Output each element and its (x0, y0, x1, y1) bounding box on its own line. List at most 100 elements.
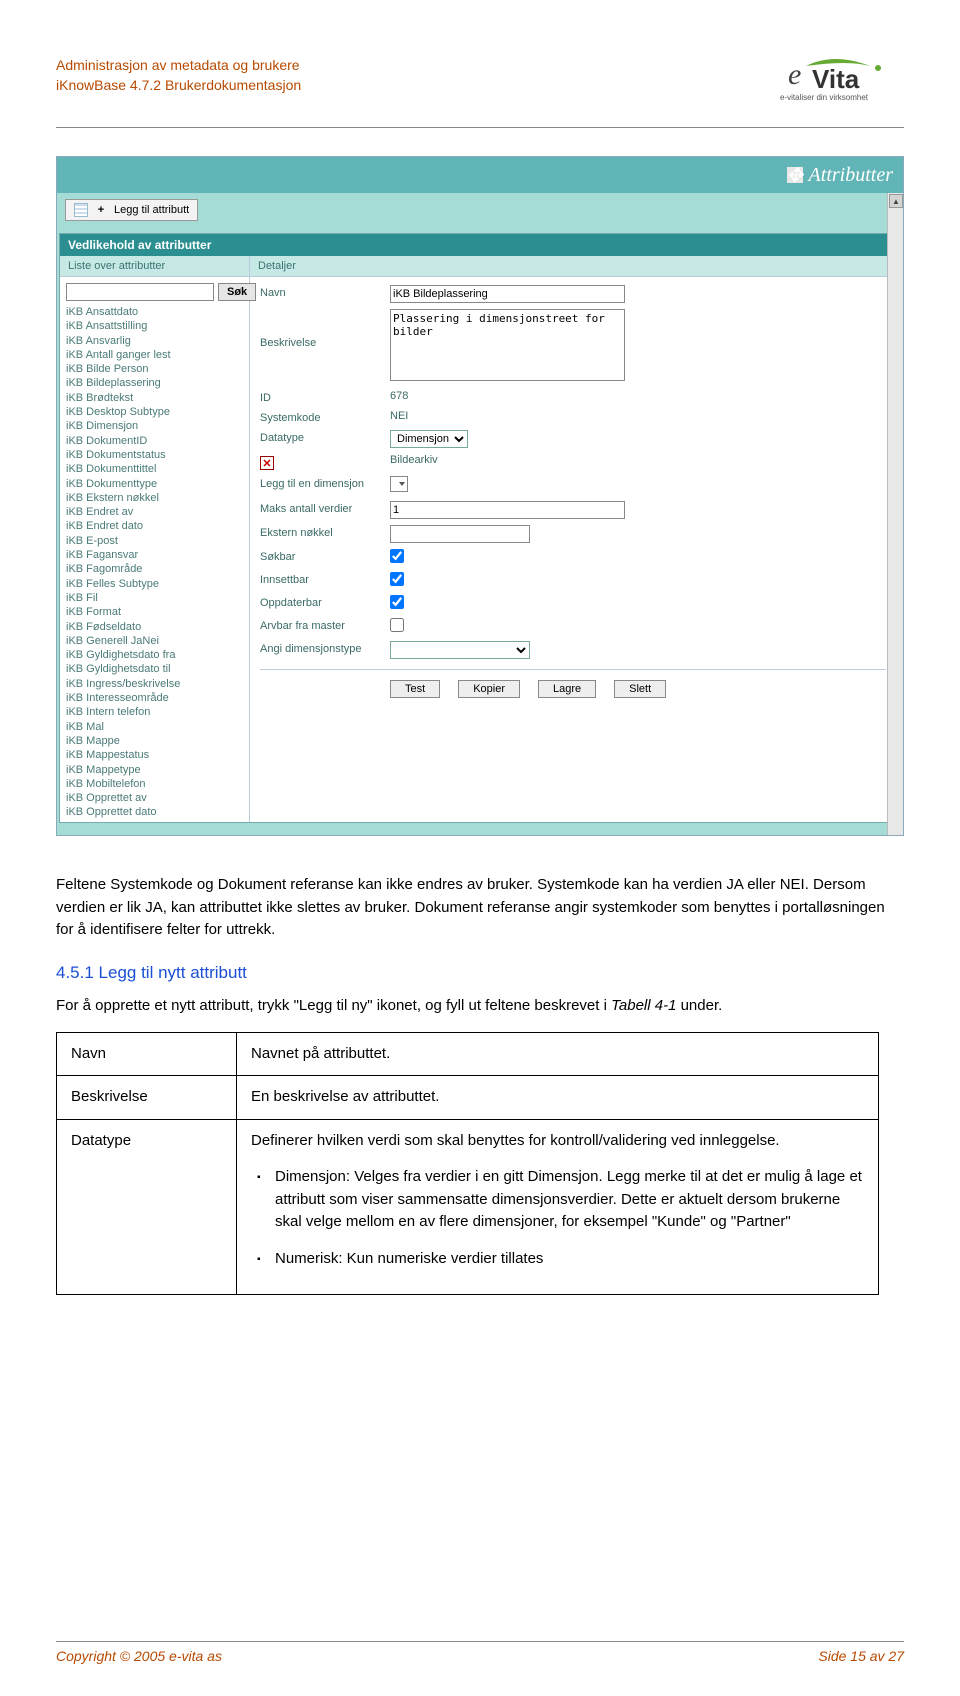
list-item[interactable]: iKB Mappetype (66, 763, 243, 777)
svg-text:e: e (788, 58, 801, 91)
list-item[interactable]: iKB Fil (66, 591, 243, 605)
app-screenshot: ✥ Attributter + Legg til attributt Vedli… (56, 156, 904, 836)
list-item[interactable]: iKB Format (66, 605, 243, 619)
list-item[interactable]: iKB Intern telefon (66, 705, 243, 719)
arvbar-checkbox[interactable] (390, 618, 404, 632)
list-item[interactable]: iKB DokumentID (66, 434, 243, 448)
lagre-button[interactable]: Lagre (538, 680, 596, 698)
svg-text:Vita: Vita (812, 64, 860, 94)
label-sokbar: Søkbar (260, 549, 390, 563)
label-ekstern-nokkel: Ekstern nøkkel (260, 525, 390, 539)
doc-title-line2: iKnowBase 4.7.2 Brukerdokumentasjon (56, 76, 301, 96)
list-item[interactable]: iKB Mal (66, 720, 243, 734)
label-datatype: Datatype (260, 430, 390, 444)
attribute-list: iKB AnsattdatoiKB AnsattstillingiKB Ansv… (60, 305, 249, 822)
evita-logo-icon: e Vita e-vitaliser din virksomhet (774, 56, 904, 106)
list-item: Numerisk: Kun numeriske verdier tillates (275, 1248, 864, 1271)
list-item[interactable]: iKB E-post (66, 534, 243, 548)
list-item[interactable]: iKB Felles Subtype (66, 577, 243, 591)
list-item[interactable]: iKB Gyldighetsdato til (66, 662, 243, 676)
ekstern-nokkel-input[interactable] (390, 525, 530, 543)
attribute-table: Navn Navnet på attributtet. Beskrivelse … (56, 1032, 879, 1296)
cell-beskrivelse: Beskrivelse (57, 1076, 237, 1120)
header-divider (56, 127, 904, 128)
list-item[interactable]: iKB Brødtekst (66, 391, 243, 405)
maks-antall-input[interactable] (390, 501, 625, 519)
test-button[interactable]: Test (390, 680, 440, 698)
add-attribute-button[interactable]: + Legg til attributt (65, 199, 198, 221)
table-row: Beskrivelse En beskrivelse av attributte… (57, 1076, 879, 1120)
navn-input[interactable] (390, 285, 625, 303)
cell-datatype-desc: Definerer hvilken verdi som skal benytte… (237, 1119, 879, 1295)
label-systemkode: Systemkode (260, 410, 390, 424)
search-input[interactable] (66, 283, 214, 301)
list-item[interactable]: iKB Bilde Person (66, 362, 243, 376)
label-innsettbar: Innsettbar (260, 572, 390, 586)
list-item[interactable]: iKB Ansattstilling (66, 319, 243, 333)
list-item[interactable]: iKB Mobiltelefon (66, 777, 243, 791)
label-id: ID (260, 390, 390, 404)
label-beskrivelse: Beskrivelse (260, 309, 390, 349)
scrollbar-vertical[interactable]: ▲ (887, 193, 903, 835)
label-navn: Navn (260, 285, 390, 299)
table-row: Datatype Definerer hvilken verdi som ska… (57, 1119, 879, 1295)
list-item: Dimensjon: Velges fra verdier i en gitt … (275, 1166, 864, 1234)
list-item[interactable]: iKB Endret dato (66, 519, 243, 533)
beskrivelse-textarea[interactable]: Plassering i dimensjonstreet for bilder (390, 309, 625, 381)
kopier-button[interactable]: Kopier (458, 680, 520, 698)
details-divider (260, 669, 886, 670)
delete-icon[interactable]: ✕ (260, 456, 274, 470)
list-item[interactable]: iKB Gyldighetsdato fra (66, 648, 243, 662)
list-item[interactable]: iKB Ansvarlig (66, 334, 243, 348)
label-legg-til-dim: Legg til en dimensjon (260, 476, 390, 490)
sokbar-checkbox[interactable] (390, 549, 404, 563)
app-icon: ✥ (787, 167, 803, 183)
list-item[interactable]: iKB Opprettet dato (66, 805, 243, 819)
list-item[interactable]: iKB Organisasjon (66, 820, 243, 822)
list-item[interactable]: iKB Dokumenttittel (66, 462, 243, 476)
table-row: Navn Navnet på attributtet. (57, 1032, 879, 1076)
datatype-select[interactable]: Dimensjon (390, 430, 468, 448)
add-dimension-select[interactable] (390, 476, 408, 492)
scroll-up-arrow-icon[interactable]: ▲ (889, 194, 903, 208)
label-angi-dim: Angi dimensjonstype (260, 641, 390, 655)
list-item[interactable]: iKB Endret av (66, 505, 243, 519)
list-item[interactable]: iKB Mappestatus (66, 748, 243, 762)
list-item[interactable]: iKB Interesseområde (66, 691, 243, 705)
slett-button[interactable]: Slett (614, 680, 666, 698)
svg-text:e-vitaliser din virksomhet: e-vitaliser din virksomhet (780, 93, 869, 102)
list-item[interactable]: iKB Fødseldato (66, 620, 243, 634)
list-item[interactable]: iKB Dokumenttype (66, 477, 243, 491)
list-item[interactable]: iKB Dimensjon (66, 419, 243, 433)
list-item[interactable]: iKB Fagansvar (66, 548, 243, 562)
footer-divider (56, 1641, 904, 1642)
grid-icon (74, 203, 88, 217)
cell-datatype: Datatype (57, 1119, 237, 1295)
app-toolbar: + Legg til attributt (57, 193, 903, 233)
details-column: Detaljer Navn Beskrivelse Plassering i d… (250, 256, 900, 822)
panel-title: Vedlikehold av attributter (60, 234, 900, 256)
cell-navn-desc: Navnet på attributtet. (237, 1032, 879, 1076)
list-item[interactable]: iKB Ansattdato (66, 305, 243, 319)
list-item[interactable]: iKB Antall ganger lest (66, 348, 243, 362)
footer-copyright: Copyright © 2005 e-vita as (56, 1648, 222, 1664)
section-heading: 4.5.1 Legg til nytt attributt (56, 960, 904, 986)
oppdaterbar-checkbox[interactable] (390, 595, 404, 609)
innsettbar-checkbox[interactable] (390, 572, 404, 586)
attribute-list-column: Liste over attributter Søk iKB Ansattdat… (60, 256, 250, 822)
list-item[interactable]: iKB Opprettet av (66, 791, 243, 805)
list-item[interactable]: iKB Mappe (66, 734, 243, 748)
app-title: Attributter (809, 164, 893, 187)
list-item[interactable]: iKB Dokumentstatus (66, 448, 243, 462)
list-item[interactable]: iKB Bildeplassering (66, 376, 243, 390)
angi-dim-select[interactable] (390, 641, 530, 659)
list-item[interactable]: iKB Ekstern nøkkel (66, 491, 243, 505)
list-item[interactable]: iKB Desktop Subtype (66, 405, 243, 419)
left-column-header: Liste over attributter (68, 260, 165, 272)
logo: e Vita e-vitaliser din virksomhet (774, 56, 904, 109)
list-item[interactable]: iKB Fagområde (66, 562, 243, 576)
list-item[interactable]: iKB Generell JaNei (66, 634, 243, 648)
app-titlebar: ✥ Attributter (57, 157, 903, 193)
list-item[interactable]: iKB Ingress/beskrivelse (66, 677, 243, 691)
label-oppdaterbar: Oppdaterbar (260, 595, 390, 609)
